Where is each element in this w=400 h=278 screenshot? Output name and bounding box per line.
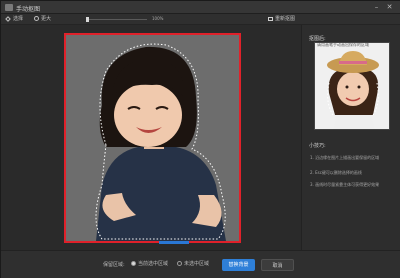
- tip-item: 3. 画线时尽量紧靠主体可获得更好效果: [310, 182, 380, 187]
- radio-remove-label: 未选中区域: [184, 261, 210, 267]
- preview-panel: 抠图后: 请用画笔手动画出保存的区域 小技巧: 1. 沿边缘在图片上描画出要保留…: [301, 25, 400, 250]
- preview-description: 请用画笔手动画出保存的区域: [317, 42, 369, 47]
- select-tool-label: 选择: [13, 16, 24, 22]
- replace-background-button[interactable]: 替换背景: [222, 259, 255, 271]
- app-icon: [5, 4, 13, 11]
- cutout-window: 手动抠图 – ✕ 选择 更大 重新抠图 100% 抠图后: 请用画笔手动画出保存…: [0, 0, 400, 278]
- zoom-slider-track: [87, 19, 147, 20]
- keep-area-label: 保留区域:: [103, 262, 125, 268]
- preview-title: 抠图后:: [309, 36, 326, 42]
- close-icon[interactable]: ✕: [385, 3, 394, 12]
- circle-brush-icon: [34, 16, 39, 21]
- toolbar: 选择 更大 重新抠图: [1, 14, 400, 25]
- bigger-brush-label: 更大: [41, 16, 52, 22]
- canvas-area[interactable]: [1, 25, 301, 250]
- diamond-icon: [5, 16, 11, 22]
- child-photo: [66, 35, 239, 241]
- tips-title: 小技巧:: [309, 143, 326, 149]
- window-title: 手动抠图: [16, 6, 41, 13]
- preview-image: 请用画笔手动画出保存的区域: [314, 42, 390, 130]
- bigger-brush-button[interactable]: 更大: [34, 16, 51, 23]
- bottom-bar: 保留区域: 当前选中区域 未选中区域 替换背景 取消: [1, 250, 400, 278]
- reset-icon: [268, 17, 273, 21]
- edit-image-frame[interactable]: [64, 33, 241, 243]
- selection-marker: [159, 241, 189, 244]
- reset-cutout-label: 重新抠图: [275, 16, 296, 22]
- minimize-icon[interactable]: –: [372, 3, 381, 12]
- select-tool-button[interactable]: 选择: [5, 16, 24, 23]
- zoom-slider-handle[interactable]: [86, 17, 89, 22]
- title-bar: 手动抠图 – ✕: [1, 1, 400, 14]
- radio-dot-icon: [131, 261, 136, 266]
- tip-item: 2. Esc键可以删除选择的画线: [310, 170, 362, 175]
- radio-keep-selected[interactable]: 当前选中区域: [131, 261, 168, 268]
- zoom-slider[interactable]: [86, 17, 147, 22]
- cancel-button[interactable]: 取消: [261, 259, 294, 271]
- zoom-value: 100%: [152, 16, 164, 21]
- preview-photo: [315, 43, 389, 129]
- radio-dot-icon: [177, 261, 182, 266]
- tip-item: 1. 沿边缘在图片上描画出要保留的区域: [310, 155, 380, 160]
- reset-cutout-button[interactable]: 重新抠图: [268, 16, 295, 23]
- radio-keep-label: 当前选中区域: [138, 261, 169, 267]
- radio-keep-unselected[interactable]: 未选中区域: [177, 261, 209, 268]
